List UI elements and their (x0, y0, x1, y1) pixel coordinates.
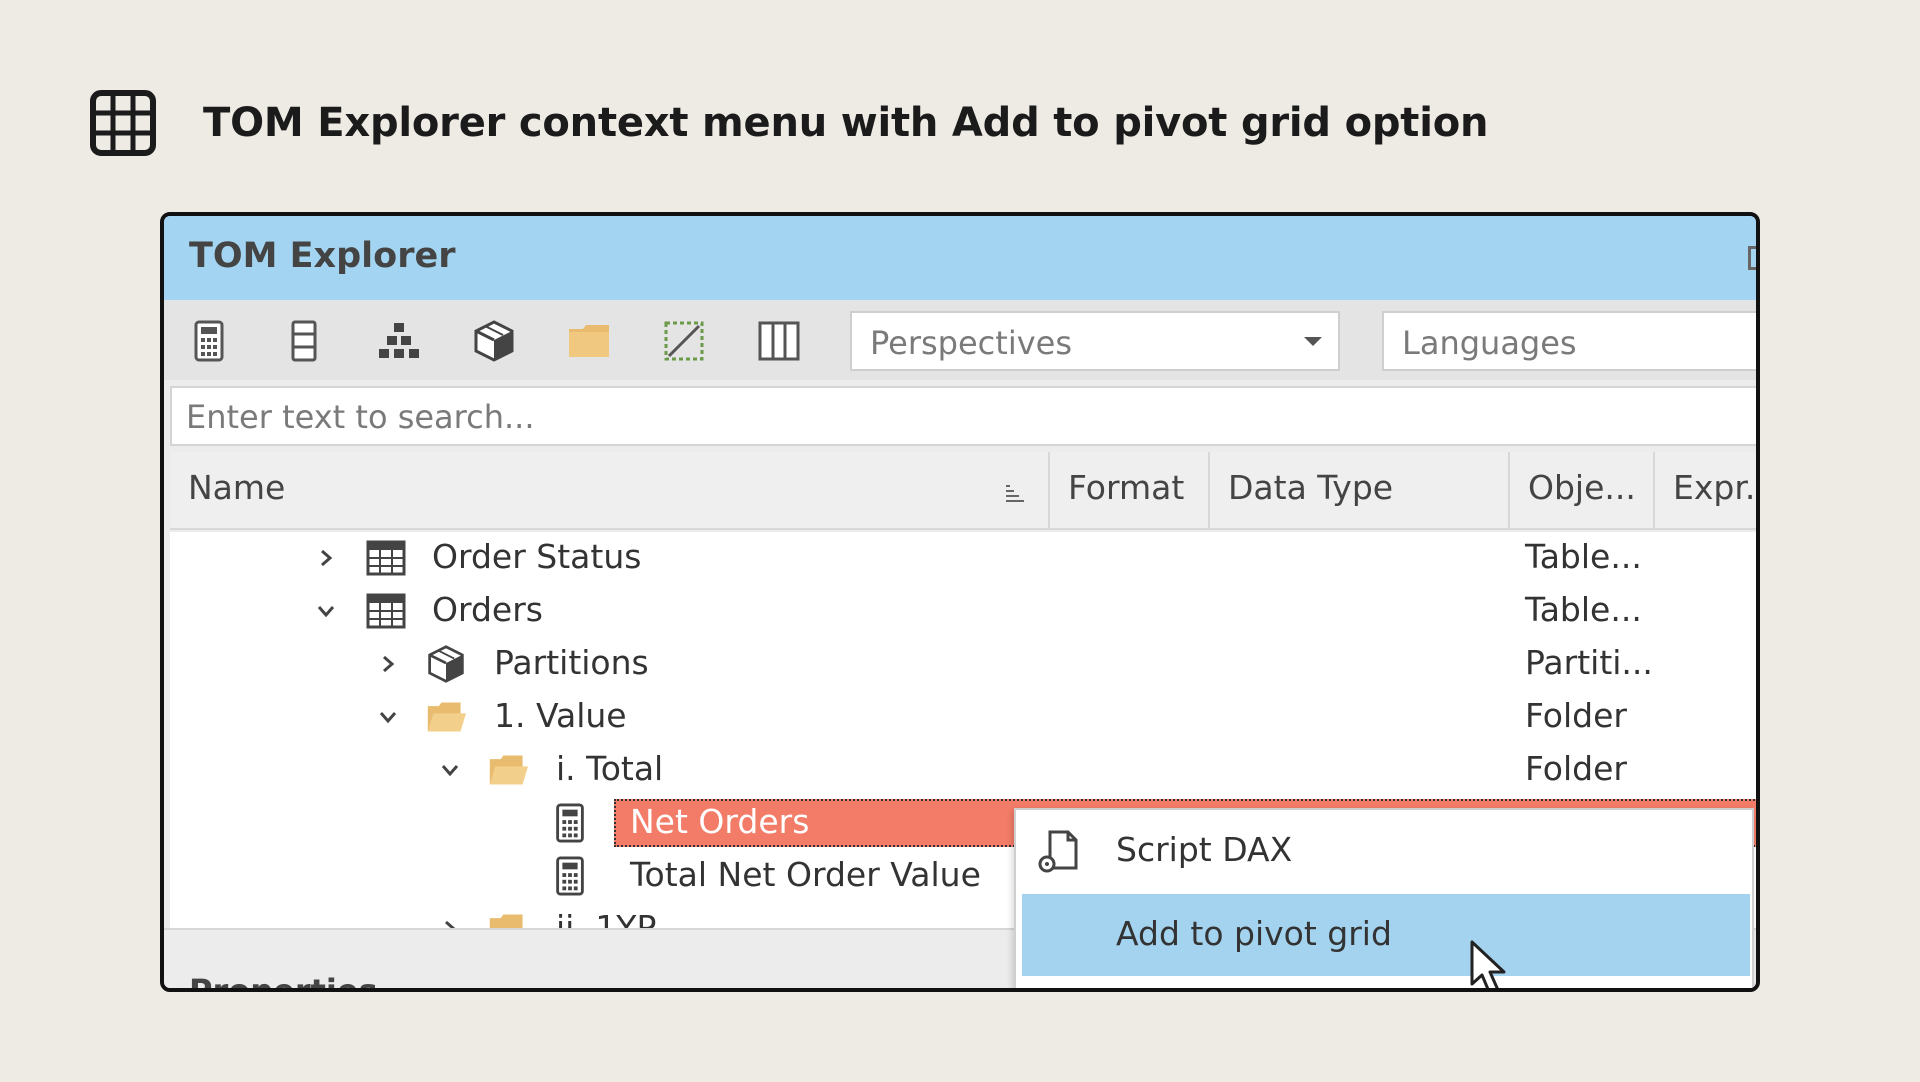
tree-row-1-value[interactable]: 1. Value Folder (170, 691, 1756, 744)
menu-item-label: Add to pivot grid (1116, 914, 1392, 953)
tree-row-orders[interactable]: Orders Table... (170, 585, 1756, 638)
page-header: TOM Explorer context menu with Add to pi… (90, 90, 1488, 156)
mouse-cursor-icon (1470, 940, 1506, 988)
page-title: TOM Explorer context menu with Add to pi… (203, 100, 1489, 146)
folder-open-icon (489, 755, 528, 785)
table-icon (366, 540, 406, 576)
chevron-down-icon[interactable] (312, 597, 340, 625)
languages-value: Languages (1402, 324, 1577, 362)
tree-row-object-type: Table... (1525, 590, 1642, 629)
measure-icon (194, 320, 224, 362)
column-header-label: Name (188, 468, 286, 507)
perspectives-value: Perspectives (870, 324, 1072, 362)
chevron-down-icon[interactable] (436, 756, 464, 784)
grid-icon (90, 90, 156, 156)
hierarchy-icon (379, 323, 419, 358)
chevron-right-icon[interactable] (374, 650, 402, 678)
languages-dropdown[interactable]: Languages (1382, 311, 1756, 371)
perspectives-dropdown[interactable]: Perspectives (850, 311, 1340, 371)
column-header-data-type[interactable]: Data Type (1210, 452, 1510, 530)
column-header-format[interactable]: Format (1050, 452, 1210, 530)
folder-icon (569, 325, 609, 357)
folder-open-icon (427, 702, 466, 732)
menu-item-label: Script DAX (1116, 830, 1293, 869)
chevron-down-icon[interactable] (374, 703, 402, 731)
tree-row-label: ii. 1YP (556, 908, 657, 928)
column-header-object-type[interactable]: Obje... (1510, 452, 1655, 530)
chevron-down-icon (1304, 337, 1322, 346)
tree-row-label: Net Orders (630, 802, 810, 841)
tree-row-object-type: Partiti... (1525, 643, 1653, 682)
column-header-label: Obje... (1528, 468, 1636, 507)
tree-row-partitions[interactable]: Partitions Partiti... (170, 638, 1756, 691)
tree-row-object-type: Table... (1525, 537, 1642, 576)
tree-row-label: Orders (432, 590, 543, 629)
measure-icon (556, 803, 584, 843)
tree-row-order-status[interactable]: Order Status Table... (170, 532, 1756, 585)
show-folders-button[interactable] (566, 318, 612, 364)
search-input[interactable] (186, 396, 1386, 438)
chevron-right-icon[interactable] (312, 544, 340, 572)
tree-row-label: Total Net Order Value (630, 855, 981, 894)
column-icon (291, 320, 317, 362)
show-partitions-button[interactable] (471, 318, 517, 364)
hidden-objects-icon (664, 321, 704, 361)
tree-row-object-type: Folder (1525, 696, 1627, 735)
column-header-row: Name Format Data Type Obje... Expr... (170, 452, 1756, 530)
search-box (170, 386, 1756, 446)
tree-row-i-total[interactable]: i. Total Folder (170, 744, 1756, 797)
chevron-right-icon[interactable] (436, 915, 464, 928)
tree-row-label: Partitions (494, 643, 649, 682)
tree-row-label: i. Total (556, 749, 664, 788)
show-hierarchies-button[interactable] (376, 318, 422, 364)
partition-icon (428, 645, 464, 683)
tree-row-label: 1. Value (494, 696, 627, 735)
folder-icon (489, 914, 523, 928)
show-hidden-button[interactable] (661, 318, 707, 364)
tree-row-object-type: Folder (1525, 749, 1627, 788)
toolbar: Perspectives Languages (164, 300, 1756, 380)
tree-row-label: Order Status (432, 537, 642, 576)
column-header-expression[interactable]: Expr... (1655, 452, 1756, 530)
column-header-name[interactable]: Name (170, 452, 1050, 530)
columns-view-icon (758, 321, 800, 361)
menu-item-script-dax[interactable]: Script DAX (1016, 810, 1752, 892)
table-icon (366, 593, 406, 629)
script-dax-icon (1038, 830, 1078, 873)
sort-icon (1006, 485, 1024, 502)
column-header-label: Data Type (1228, 468, 1394, 507)
column-header-label: Expr... (1673, 468, 1756, 507)
column-chooser-button[interactable] (756, 318, 802, 364)
show-columns-button[interactable] (281, 318, 327, 364)
partition-icon (474, 320, 514, 362)
maximize-icon[interactable] (1748, 246, 1756, 270)
window-title: TOM Explorer (189, 236, 456, 276)
measure-icon (556, 856, 584, 896)
column-header-label: Format (1068, 468, 1185, 507)
tom-explorer-window: TOM Explorer Perspectives Languages Ente… (160, 212, 1760, 992)
context-menu: Script DAX Add to pivot grid (1014, 808, 1754, 988)
show-measures-button[interactable] (186, 318, 232, 364)
title-bar: TOM Explorer (164, 216, 1756, 300)
menu-item-add-to-pivot-grid[interactable]: Add to pivot grid (1022, 894, 1750, 976)
properties-label: Properties (189, 972, 378, 992)
